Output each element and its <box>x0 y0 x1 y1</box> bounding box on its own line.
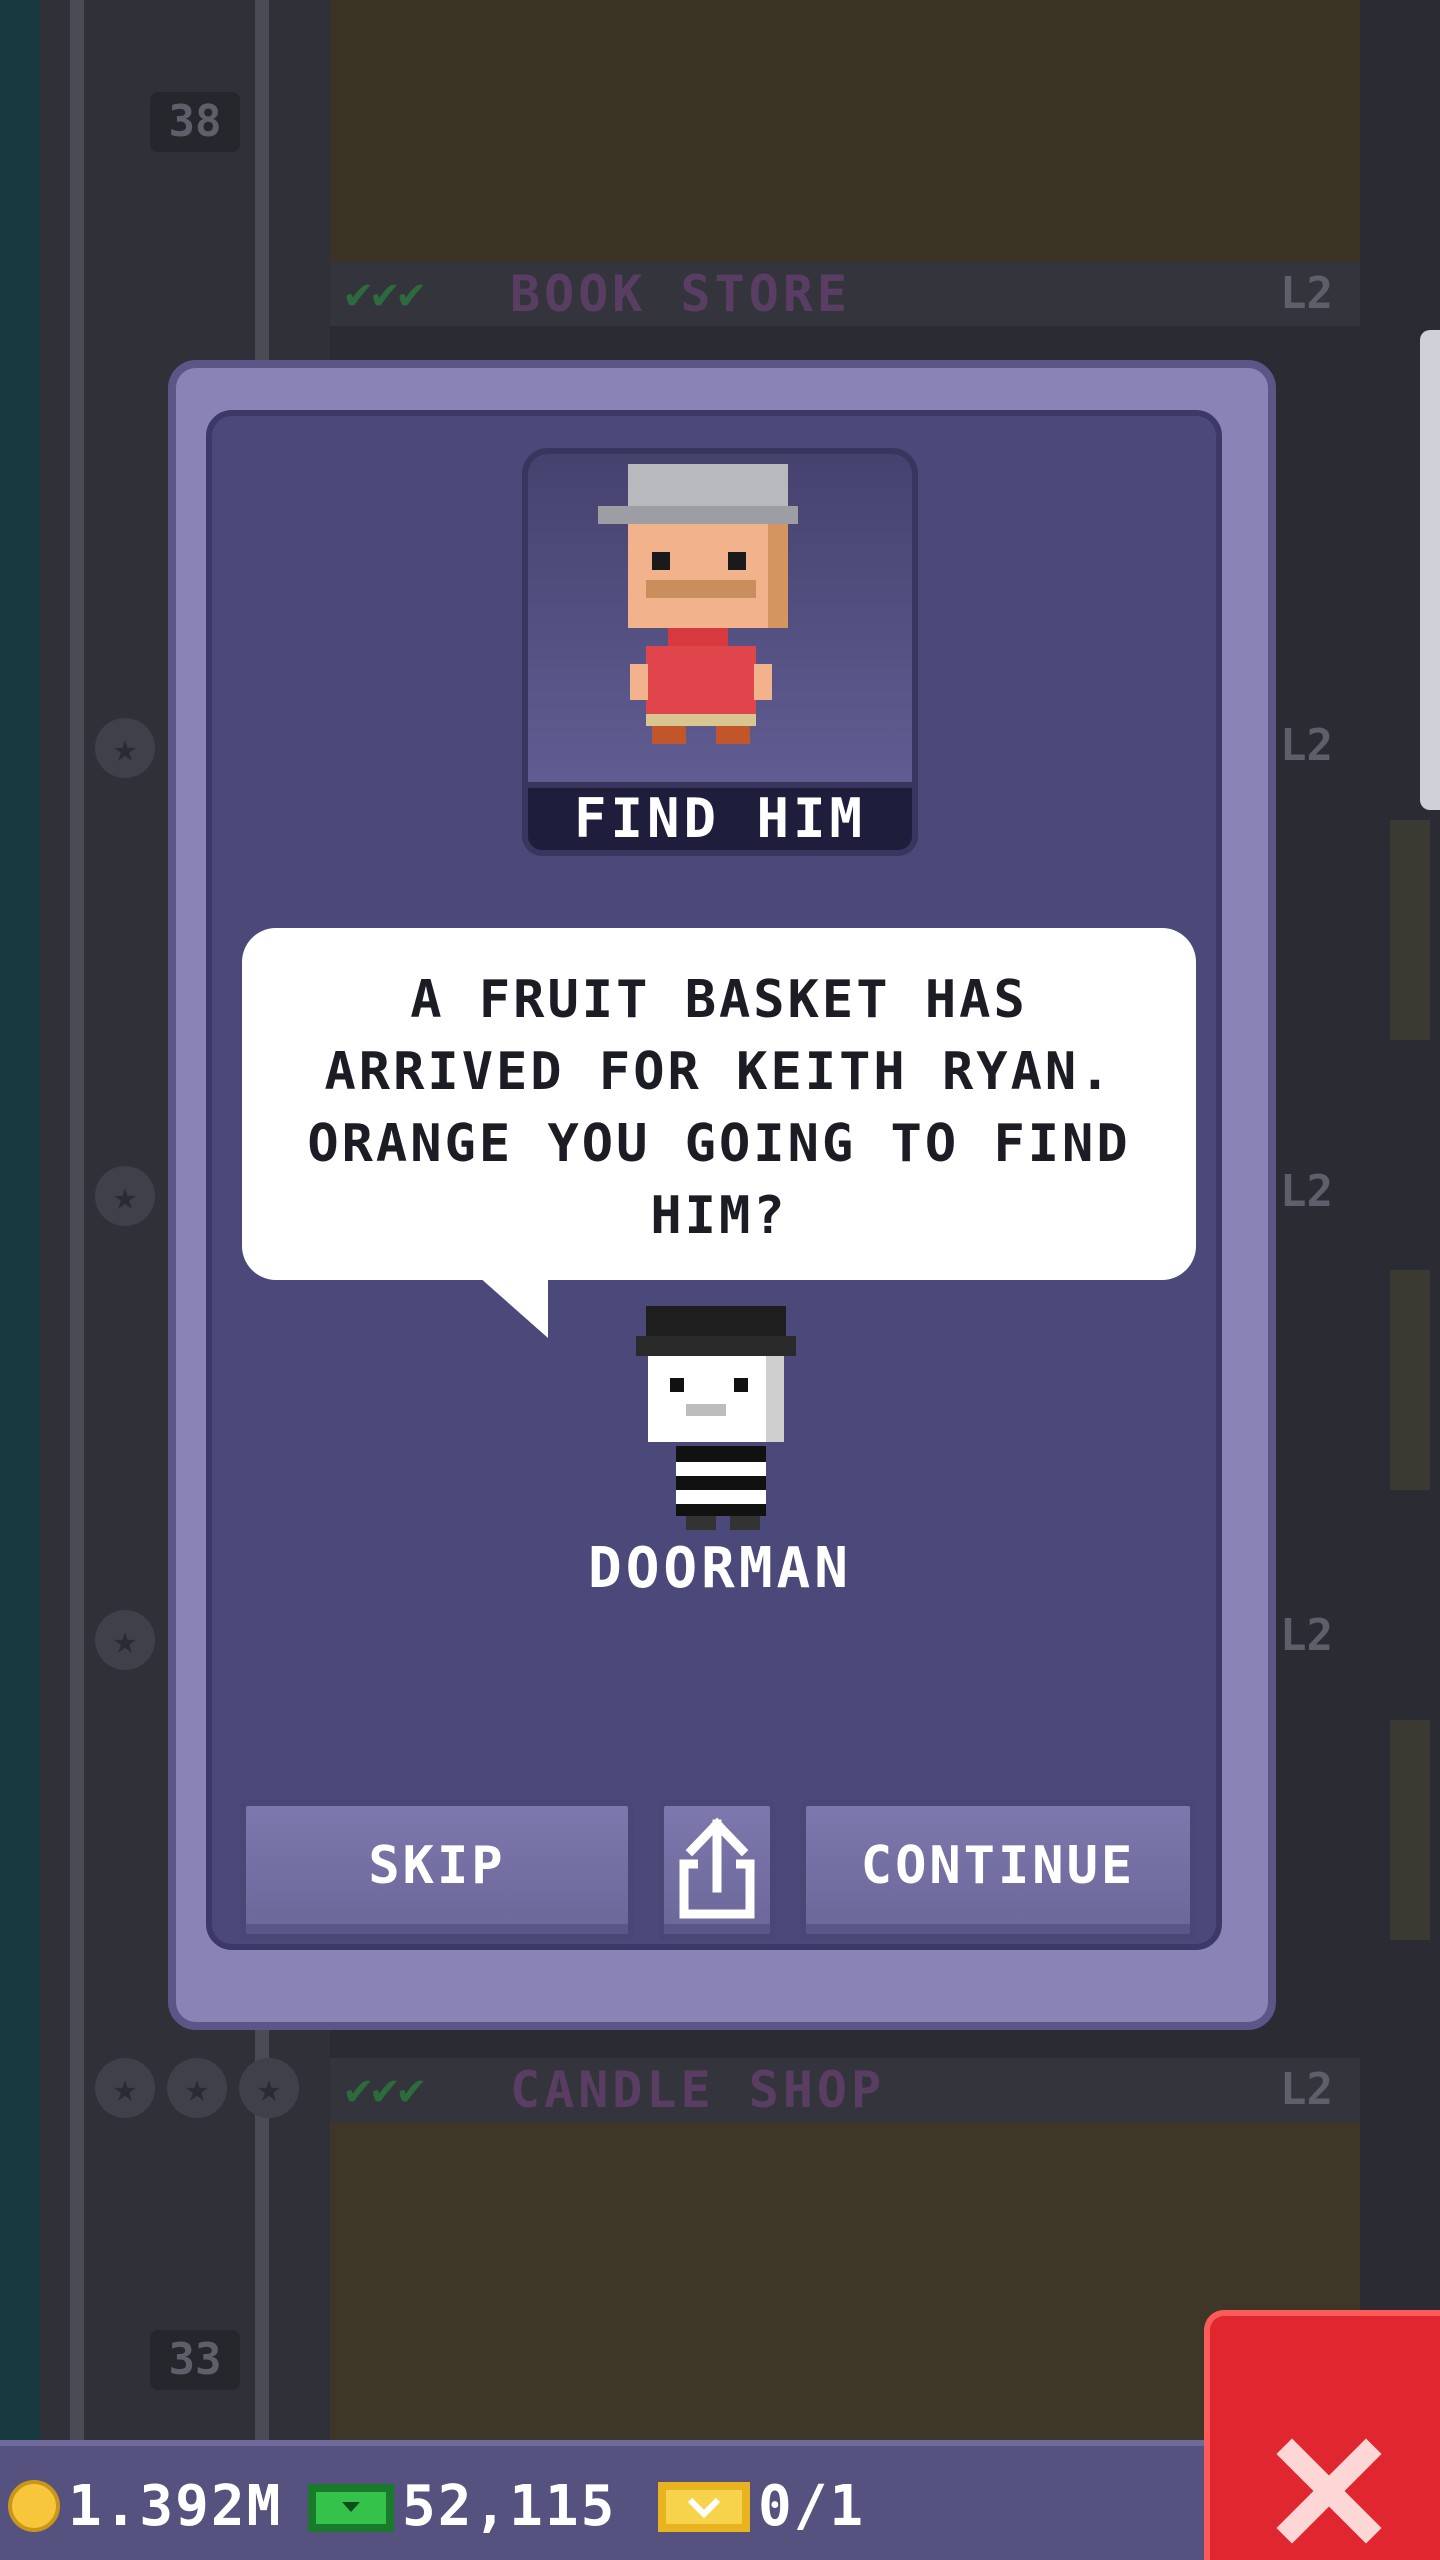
close-icon <box>1276 2438 1382 2544</box>
floor-level-book-store: L2 <box>1280 268 1333 319</box>
floor-name-book-store: BOOK STORE <box>510 265 852 323</box>
skip-button[interactable]: SKIP <box>240 1800 634 1940</box>
portrait-caption: FIND HIM <box>522 782 918 856</box>
bux-value: 52,115 <box>402 2473 617 2539</box>
coins-counter[interactable]: 1.392M <box>6 2468 282 2544</box>
bux-icon <box>308 2484 394 2532</box>
star-icon: ★ <box>95 1610 155 1670</box>
speaker-name: DOORMAN <box>587 1536 852 1601</box>
star-icon: ★ <box>239 2058 299 2118</box>
check-icon: ✔✔✔ <box>345 268 425 319</box>
continue-button[interactable]: CONTINUE <box>800 1800 1196 1940</box>
star-icon: ★ <box>95 1166 155 1226</box>
tickets-counter[interactable]: 0/1 <box>656 2468 865 2544</box>
floor-level-candle-shop: L2 <box>1280 2064 1333 2115</box>
side-floor-level: L2 <box>1280 1610 1333 1661</box>
floor-number-bottom: 33 <box>150 2330 240 2390</box>
side-tab <box>1390 820 1430 1040</box>
scroll-handle[interactable] <box>1420 330 1440 810</box>
floor-name-candle-shop: CANDLE SHOP <box>510 2061 886 2119</box>
floor-stars: ★ <box>95 1166 155 1226</box>
ticket-icon <box>658 2482 750 2532</box>
speech-bubble: A FRUIT BASKET HAS ARRIVED FOR KEITH RYA… <box>242 928 1196 1280</box>
floor-stars: ★ <box>95 1610 155 1670</box>
tower-left-edge <box>0 0 40 2560</box>
side-floor-level: L2 <box>1280 720 1333 771</box>
tickets-value: 0/1 <box>758 2473 866 2539</box>
share-icon <box>679 1817 755 1919</box>
mission-message: A FRUIT BASKET HAS ARRIVED FOR KEITH RYA… <box>307 970 1131 1246</box>
coins-value: 1.392M <box>68 2473 283 2539</box>
floor-stars: ★ ★ ★ <box>95 2058 299 2118</box>
floor-number-top: 38 <box>150 92 240 152</box>
side-tab <box>1390 1270 1430 1490</box>
side-floor-level: L2 <box>1280 1166 1333 1217</box>
floor-stars: ★ <box>95 718 155 778</box>
floor-book-store[interactable] <box>330 0 1360 262</box>
old-man-avatar-icon <box>598 464 798 744</box>
bux-counter[interactable]: 52,115 <box>306 2468 616 2544</box>
star-icon: ★ <box>95 718 155 778</box>
coin-icon <box>8 2480 60 2532</box>
speech-bubble-tail <box>478 1276 548 1338</box>
check-icon: ✔✔✔ <box>345 2064 425 2115</box>
star-icon: ★ <box>167 2058 227 2118</box>
shaft-rail-left <box>70 0 84 2440</box>
side-tab <box>1390 1720 1430 1940</box>
star-icon: ★ <box>95 2058 155 2118</box>
doorman-avatar-icon <box>636 1306 796 1530</box>
close-button[interactable] <box>1204 2310 1440 2560</box>
share-button[interactable] <box>658 1800 776 1940</box>
